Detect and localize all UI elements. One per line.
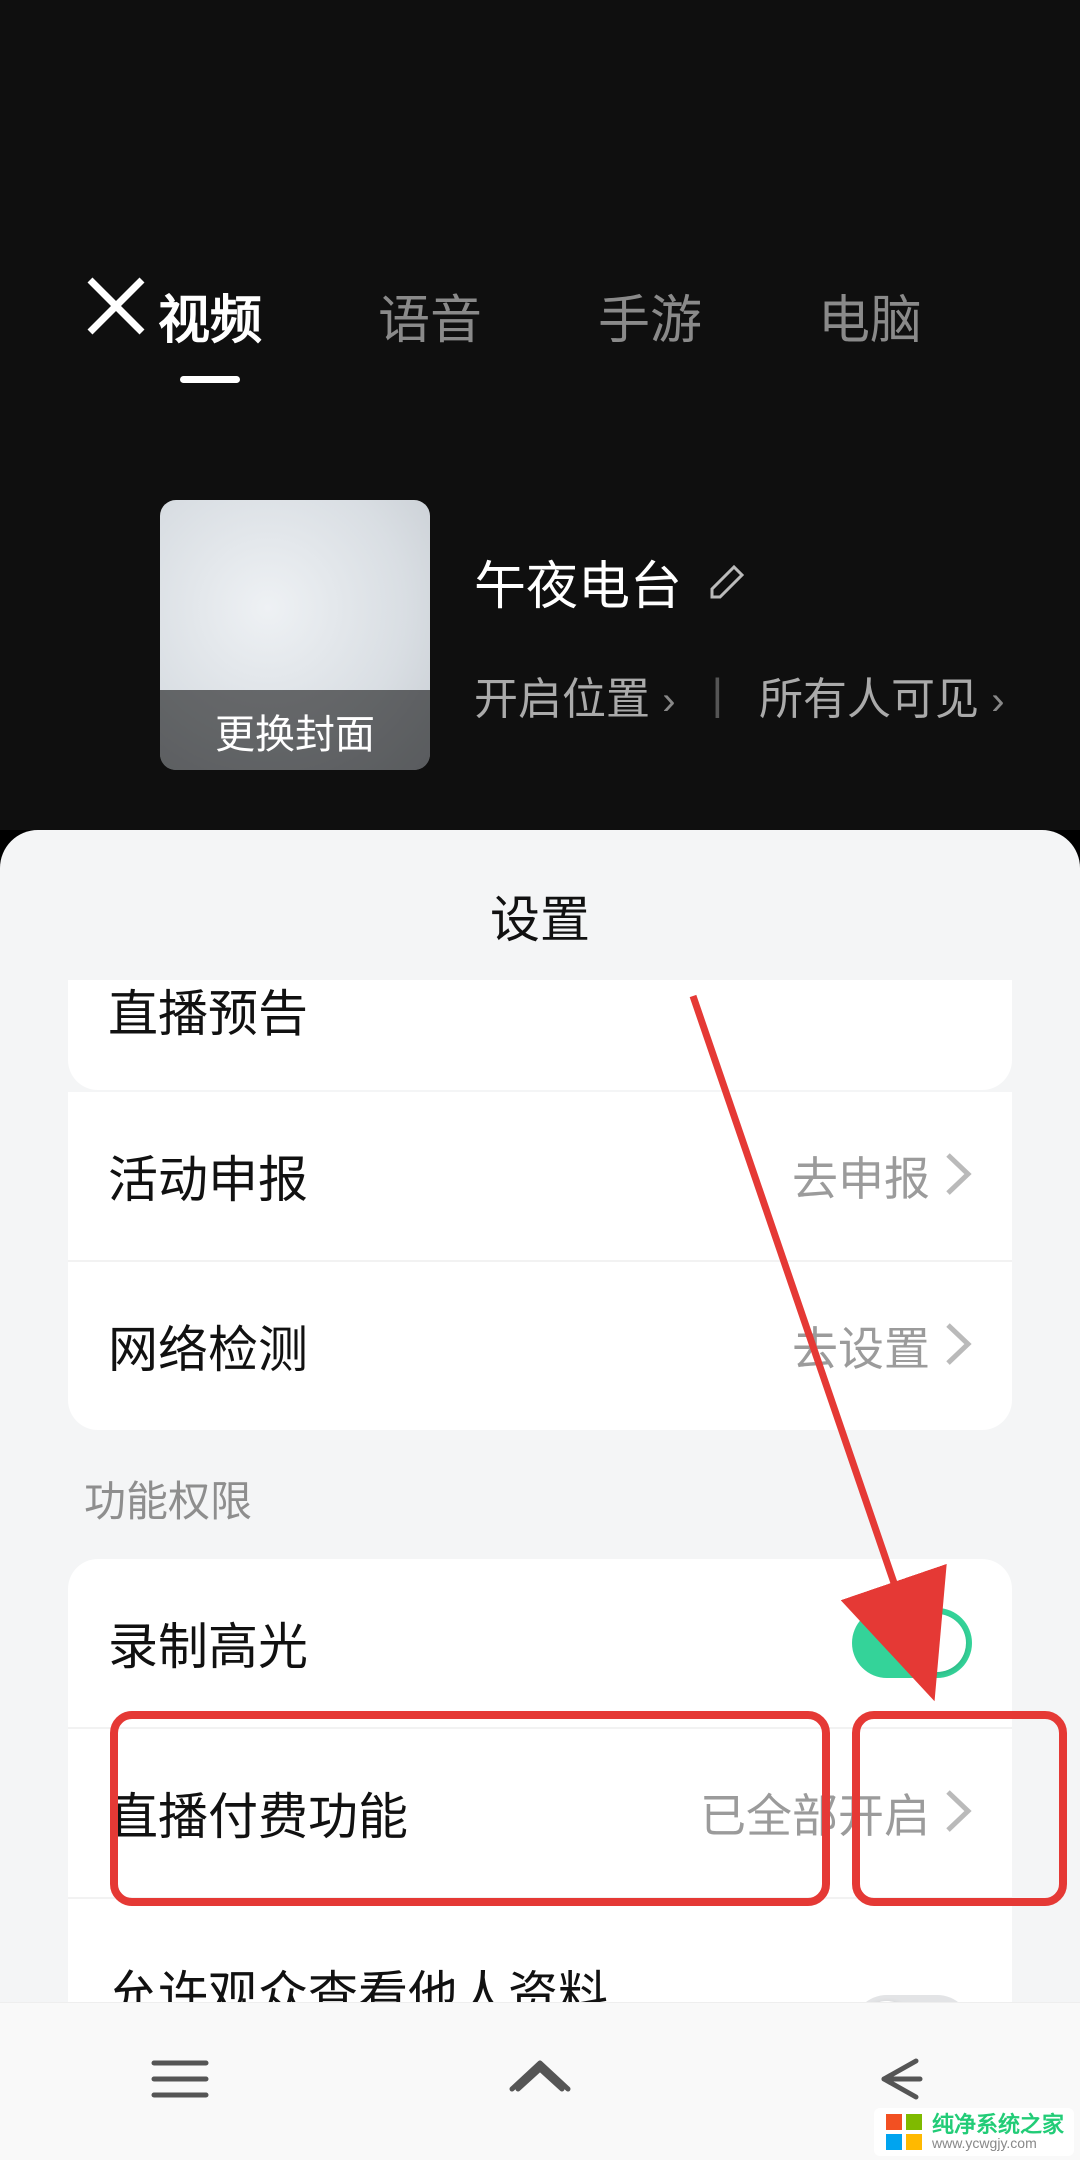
section-label-permissions: 功能权限 bbox=[68, 1430, 1012, 1559]
tab-label: 语音 bbox=[378, 292, 482, 350]
row-label: 直播付费功能 bbox=[108, 1777, 700, 1849]
location-setting[interactable]: 开启位置 › bbox=[474, 663, 676, 727]
stream-type-tabs: 视频 语音 手游 电脑 bbox=[0, 278, 1080, 353]
row-label: 活动申报 bbox=[108, 1140, 792, 1212]
watermark-text: 纯净系统之家 bbox=[932, 2114, 1064, 2136]
row-value: 已全部开启 bbox=[700, 1780, 930, 1846]
sheet-title: 设置 bbox=[0, 830, 1080, 992]
stream-info: 更换封面 午夜电台 开启位置 › | 所有人可见 › bbox=[160, 500, 1005, 770]
edit-icon bbox=[706, 559, 750, 603]
chevron-right-icon bbox=[944, 1321, 972, 1372]
visibility-setting[interactable]: 所有人可见 › bbox=[759, 663, 1005, 727]
row-value: 去设置 bbox=[792, 1313, 930, 1379]
tab-video[interactable]: 视频 bbox=[158, 278, 262, 353]
cover-image[interactable]: 更换封面 bbox=[160, 500, 430, 770]
row-activity-report[interactable]: 活动申报 去申报 bbox=[68, 1092, 1012, 1260]
settings-group-general: 活动申报 去申报 网络检测 去设置 bbox=[68, 1092, 1012, 1430]
tab-label: 手游 bbox=[598, 292, 702, 350]
settings-sheet: 设置 直播预告 活动申报 去申报 网络检测 去设置 功能权限 录制高光 bbox=[0, 830, 1080, 2160]
watermark-url: www.ycwgjy.com bbox=[932, 2136, 1064, 2150]
chevron-right-icon bbox=[944, 1151, 972, 1202]
row-label: 网络检测 bbox=[108, 1310, 792, 1382]
row-network-check[interactable]: 网络检测 去设置 bbox=[68, 1260, 1012, 1430]
tab-label: 视频 bbox=[158, 292, 262, 350]
toggle-record-highlight[interactable] bbox=[852, 1608, 972, 1678]
nav-home-button[interactable] bbox=[502, 2049, 578, 2114]
tab-audio[interactable]: 语音 bbox=[378, 278, 482, 353]
stream-setup-screen: 视频 语音 手游 电脑 更换封面 午夜电台 开启位置 › | 所有人可见 › bbox=[0, 0, 1080, 830]
row-label: 直播预告 bbox=[108, 980, 308, 1046]
tab-label: 电脑 bbox=[818, 292, 922, 350]
stream-title: 午夜电台 bbox=[474, 544, 682, 619]
row-stream-preview[interactable]: 直播预告 bbox=[68, 980, 1012, 1090]
row-record-highlight[interactable]: 录制高光 bbox=[68, 1559, 1012, 1727]
nav-back-button[interactable] bbox=[862, 2049, 938, 2114]
chevron-right-icon bbox=[944, 1788, 972, 1839]
watermark: 纯净系统之家 www.ycwgjy.com bbox=[874, 2108, 1074, 2156]
tab-mobile-game[interactable]: 手游 bbox=[598, 278, 702, 353]
row-label: 录制高光 bbox=[108, 1607, 852, 1679]
watermark-logo-icon bbox=[884, 2112, 924, 2152]
stream-title-row[interactable]: 午夜电台 bbox=[474, 544, 1005, 619]
divider: | bbox=[696, 670, 739, 720]
settings-scroll[interactable]: 直播预告 活动申报 去申报 网络检测 去设置 功能权限 录制高光 直播付 bbox=[68, 980, 1012, 2160]
tab-underline bbox=[180, 376, 240, 383]
chevron-right-icon: › bbox=[991, 679, 1004, 723]
chevron-right-icon: › bbox=[662, 679, 675, 723]
nav-recent-button[interactable] bbox=[142, 2049, 218, 2114]
row-paid-features[interactable]: 直播付费功能 已全部开启 bbox=[68, 1727, 1012, 1897]
change-cover-label: 更换封面 bbox=[160, 690, 430, 770]
tab-pc[interactable]: 电脑 bbox=[818, 278, 922, 353]
row-value: 去申报 bbox=[792, 1143, 930, 1209]
